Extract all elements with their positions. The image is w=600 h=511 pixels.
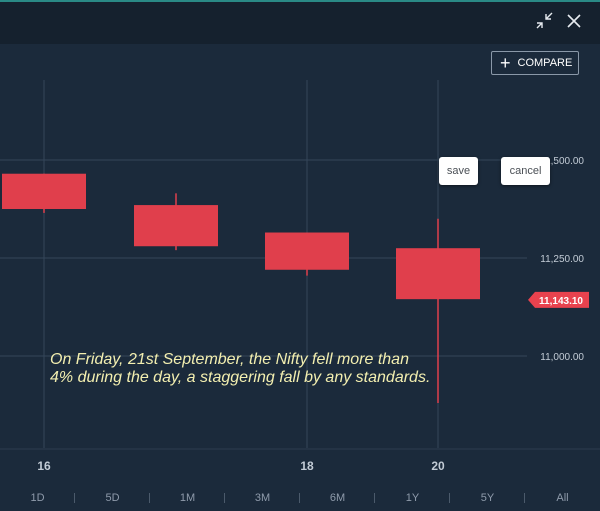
y-tick-label: 11,250.00 — [540, 254, 584, 265]
x-tick-label: 16 — [37, 459, 51, 473]
range-6m[interactable]: 6M — [300, 487, 375, 511]
annotation-line-1: On Friday, 21st September, the Nifty fel… — [50, 351, 409, 368]
title-bar-accent — [0, 0, 600, 2]
chart-annotation: On Friday, 21st September, the Nifty fel… — [50, 351, 470, 387]
compare-label: COMPARE — [517, 57, 573, 69]
range-5y[interactable]: 5Y — [450, 487, 525, 511]
range-1m[interactable]: 1M — [150, 487, 225, 511]
plus-icon: + — [500, 53, 511, 73]
minimize-icon[interactable] — [533, 10, 555, 32]
candle-body — [265, 232, 349, 270]
range-3m[interactable]: 3M — [225, 487, 300, 511]
range-selector: 1D 5D 1M 3M 6M 1Y 5Y All — [0, 487, 600, 511]
y-tick-label: 11,000.00 — [540, 352, 584, 363]
close-icon[interactable] — [563, 10, 585, 32]
x-tick-label: 18 — [300, 459, 314, 473]
cancel-button[interactable]: cancel — [501, 157, 550, 185]
save-button[interactable]: save — [439, 157, 478, 185]
range-all[interactable]: All — [525, 487, 600, 511]
candle-body — [396, 248, 480, 300]
annotation-line-2: 4% during the day, a staggering fall by … — [50, 369, 431, 386]
compare-button[interactable]: + COMPARE — [491, 51, 579, 75]
range-5d[interactable]: 5D — [75, 487, 150, 511]
range-1d[interactable]: 1D — [0, 487, 75, 511]
x-tick-label: 20 — [431, 459, 445, 473]
range-1y[interactable]: 1Y — [375, 487, 450, 511]
last-price-label: 11,143.10 — [539, 296, 583, 307]
candle-body — [2, 173, 86, 209]
candlestick-chart: 11,000.0011,250.0011,500.0016 18 2011,143.… — [0, 80, 600, 473]
title-bar — [0, 0, 600, 44]
candle-body — [134, 205, 218, 247]
